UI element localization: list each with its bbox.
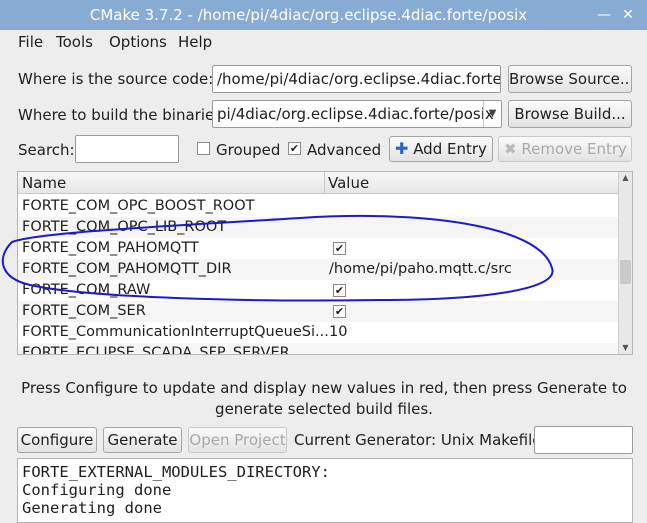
menu-bar: File Tools Options Help xyxy=(0,30,647,56)
remove-entry-button[interactable]: ✖ Remove Entry xyxy=(498,136,632,162)
scroll-thumb[interactable] xyxy=(620,260,631,284)
output-log[interactable]: FORTE_EXTERNAL_MODULES_DIRECTORY: Config… xyxy=(17,458,633,523)
generate-button[interactable]: Generate xyxy=(103,427,182,453)
table-row[interactable]: FORTE_COM_OPC_BOOST_ROOT xyxy=(18,196,618,217)
browse-source-button[interactable]: Browse Source... xyxy=(508,65,632,93)
chevron-down-icon[interactable]: ▼ xyxy=(483,101,501,127)
menu-file[interactable]: File xyxy=(18,33,43,51)
cache-table[interactable]: Name Value FORTE_COM_OPC_BOOST_ROOT FORT… xyxy=(17,171,633,355)
header-divider xyxy=(324,172,325,194)
table-row[interactable]: FORTE_COM_PAHOMQTT ✔ xyxy=(18,238,618,259)
window-title: CMake 3.7.2 - /home/pi/4diac/org.eclipse… xyxy=(89,6,528,24)
entry-checkbox[interactable]: ✔ xyxy=(333,284,346,297)
browse-build-button[interactable]: Browse Build... xyxy=(508,100,632,128)
entry-name: FORTE_ECLIPSE_SCADA_SFP_SERVER xyxy=(22,345,290,355)
build-path-value: pi/4diac/org.eclipse.4diac.forte/posix xyxy=(217,105,494,123)
table-header: Name Value xyxy=(18,172,618,194)
entry-name: FORTE_COM_OPC_BOOST_ROOT xyxy=(22,198,255,214)
source-path-field[interactable]: /home/pi/4diac/org.eclipse.4diac.forte xyxy=(212,65,501,93)
menu-help[interactable]: Help xyxy=(178,33,212,51)
add-entry-label: Add Entry xyxy=(413,140,487,158)
menu-options[interactable]: Options xyxy=(109,33,167,51)
minimize-icon[interactable]: — xyxy=(596,7,612,23)
table-row[interactable]: FORTE_ECLIPSE_SCADA_SFP_SERVER xyxy=(18,343,618,355)
column-name-header[interactable]: Name xyxy=(22,174,66,192)
column-value-header[interactable]: Value xyxy=(328,174,369,192)
configure-button[interactable]: Configure xyxy=(17,427,97,453)
entry-name: FORTE_CommunicationInterruptQueueSi... xyxy=(22,324,329,340)
entry-name: FORTE_COM_SER xyxy=(22,303,146,319)
advanced-checkbox[interactable]: ✔ xyxy=(288,142,301,155)
log-line: Generating done xyxy=(22,499,162,517)
current-generator-label: Current Generator: Unix Makefiles xyxy=(294,431,550,449)
grouped-checkbox[interactable] xyxy=(197,142,210,155)
log-line: FORTE_EXTERNAL_MODULES_DIRECTORY: xyxy=(22,463,330,481)
source-label: Where is the source code: xyxy=(18,70,214,88)
add-entry-button[interactable]: ✚ Add Entry xyxy=(389,136,493,162)
plus-icon: ✚ xyxy=(395,139,409,158)
table-row[interactable]: FORTE_COM_RAW ✔ xyxy=(18,280,618,301)
table-row[interactable]: FORTE_COM_OPC_LIB_ROOT xyxy=(18,217,618,238)
remove-icon: ✖ xyxy=(504,140,517,158)
entry-checkbox[interactable]: ✔ xyxy=(333,242,346,255)
table-row[interactable]: FORTE_COM_SER ✔ xyxy=(18,301,618,322)
entry-value: 10 xyxy=(329,324,348,340)
remove-entry-label: Remove Entry xyxy=(521,140,627,158)
entry-name: FORTE_COM_OPC_LIB_ROOT xyxy=(22,219,227,235)
title-bar: CMake 3.7.2 - /home/pi/4diac/org.eclipse… xyxy=(0,0,647,30)
table-row[interactable]: FORTE_CommunicationInterruptQueueSi... 1… xyxy=(18,322,618,343)
build-label: Where to build the binaries: xyxy=(18,106,228,124)
generator-field[interactable] xyxy=(534,426,633,454)
table-scrollbar[interactable]: ▲ ▼ xyxy=(618,172,632,354)
configure-hint: Press Configure to update and display ne… xyxy=(21,379,627,418)
entry-value: /home/pi/paho.mqtt.c/src xyxy=(329,261,512,277)
search-label: Search: xyxy=(18,141,75,159)
entry-name: FORTE_COM_PAHOMQTT_DIR xyxy=(22,261,232,277)
build-path-combo[interactable]: pi/4diac/org.eclipse.4diac.forte/posix xyxy=(212,100,502,128)
scroll-down-icon[interactable]: ▼ xyxy=(619,342,632,354)
entry-name: FORTE_COM_PAHOMQTT xyxy=(22,240,199,256)
open-project-button[interactable]: Open Project xyxy=(188,427,287,453)
advanced-label: Advanced xyxy=(307,141,382,159)
entry-checkbox[interactable]: ✔ xyxy=(333,305,346,318)
close-icon[interactable]: ✕ xyxy=(620,7,636,23)
grouped-label: Grouped xyxy=(216,141,281,159)
log-line: Configuring done xyxy=(22,481,172,499)
menu-tools[interactable]: Tools xyxy=(56,33,93,51)
scroll-up-icon[interactable]: ▲ xyxy=(619,172,632,184)
entry-name: FORTE_COM_RAW xyxy=(22,282,151,298)
search-input[interactable] xyxy=(75,135,179,163)
table-row[interactable]: FORTE_COM_PAHOMQTT_DIR /home/pi/paho.mqt… xyxy=(18,259,618,280)
